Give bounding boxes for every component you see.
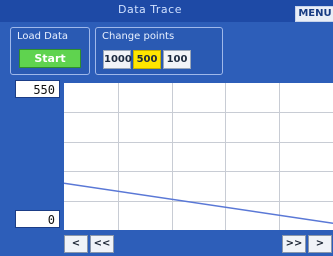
title-bar: Data Trace MENU (0, 0, 333, 22)
change-points-group: Change points 1000 500 100 (95, 27, 223, 75)
points-500-button[interactable]: 500 (133, 50, 161, 69)
rewind-button[interactable]: << (90, 235, 114, 253)
data-trace-screen: Data Trace MENU Load Data Start Change p… (0, 0, 333, 256)
trace-line (64, 182, 333, 225)
points-100-button[interactable]: 100 (163, 50, 191, 69)
start-button[interactable]: Start (19, 49, 81, 68)
trace-chart-svg (64, 83, 333, 230)
next-button[interactable]: > (308, 235, 332, 253)
window-title: Data Trace (118, 3, 182, 16)
load-data-label: Load Data (17, 31, 69, 42)
y-min-field[interactable]: 0 (15, 210, 60, 228)
prev-button[interactable]: < (64, 235, 88, 253)
points-1000-button[interactable]: 1000 (103, 50, 132, 69)
load-data-group: Load Data Start (10, 27, 90, 75)
forward-button[interactable]: >> (282, 235, 306, 253)
trace-plot (64, 83, 333, 230)
menu-button[interactable]: MENU (295, 6, 333, 22)
y-max-field[interactable]: 550 (15, 80, 60, 98)
change-points-label: Change points (102, 31, 175, 42)
